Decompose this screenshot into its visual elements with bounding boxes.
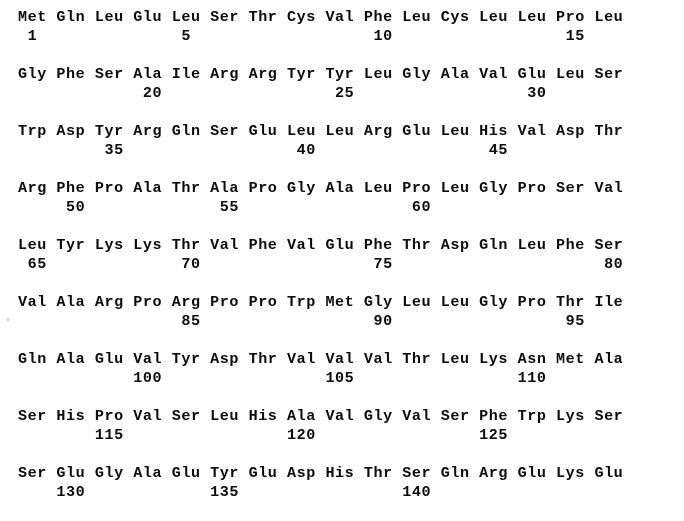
residue-number-line: 100 105 110 bbox=[18, 369, 547, 387]
residue-line: Gln Ala Glu Val Tyr Asp Thr Val Val Val … bbox=[18, 350, 624, 368]
residue-line: Ser His Pro Val Ser Leu His Ala Val Gly … bbox=[18, 407, 624, 425]
scan-artifact-speck bbox=[7, 318, 9, 321]
sequence-row: Gln Ala Glu Val Tyr Asp Thr Val Val Val … bbox=[18, 350, 678, 407]
sequence-row: Ser His Pro Val Ser Leu His Ala Val Gly … bbox=[18, 407, 678, 464]
sequence-row: Leu Tyr Lys Lys Thr Val Phe Val Glu Phe … bbox=[18, 236, 678, 293]
residue-number-line: 65 70 75 80 bbox=[18, 255, 624, 273]
sequence-row: Trp Asp Tyr Arg Gln Ser Glu Leu Leu Arg … bbox=[18, 122, 678, 179]
sequence-row: Arg Phe Pro Ala Thr Ala Pro Gly Ala Leu … bbox=[18, 179, 678, 236]
residue-line: Met Gln Leu Glu Leu Ser Thr Cys Val Phe … bbox=[18, 8, 624, 26]
sequence-row: Val Ala Arg Pro Arg Pro Pro Trp Met Gly … bbox=[18, 293, 678, 350]
residue-line: Trp Asp Tyr Arg Gln Ser Glu Leu Leu Arg … bbox=[18, 122, 624, 140]
residue-line: Gly Phe Ser Ala Ile Arg Arg Tyr Tyr Leu … bbox=[18, 65, 624, 83]
residue-number-line: 85 90 95 bbox=[18, 312, 585, 330]
sequence-row: Ser Glu Gly Ala Glu Tyr Glu Asp His Thr … bbox=[18, 464, 678, 521]
residue-line: Leu Tyr Lys Lys Thr Val Phe Val Glu Phe … bbox=[18, 236, 624, 254]
residue-line: Arg Phe Pro Ala Thr Ala Pro Gly Ala Leu … bbox=[18, 179, 624, 197]
sequence-row: Met Gln Leu Glu Leu Ser Thr Cys Val Phe … bbox=[18, 8, 678, 65]
residue-number-line: 20 25 30 bbox=[18, 84, 547, 102]
residue-number-line: 130 135 140 bbox=[18, 483, 432, 501]
residue-number-line: 35 40 45 bbox=[18, 141, 508, 159]
sequence-listing: Met Gln Leu Glu Leu Ser Thr Cys Val Phe … bbox=[18, 8, 678, 521]
residue-number-line: 50 55 60 bbox=[18, 198, 432, 216]
residue-number-line: 115 120 125 bbox=[18, 426, 508, 444]
residue-line: Val Ala Arg Pro Arg Pro Pro Trp Met Gly … bbox=[18, 293, 624, 311]
residue-line: Ser Glu Gly Ala Glu Tyr Glu Asp His Thr … bbox=[18, 464, 624, 482]
sequence-row: Gly Phe Ser Ala Ile Arg Arg Tyr Tyr Leu … bbox=[18, 65, 678, 122]
residue-number-line: 1 5 10 15 bbox=[18, 27, 585, 45]
